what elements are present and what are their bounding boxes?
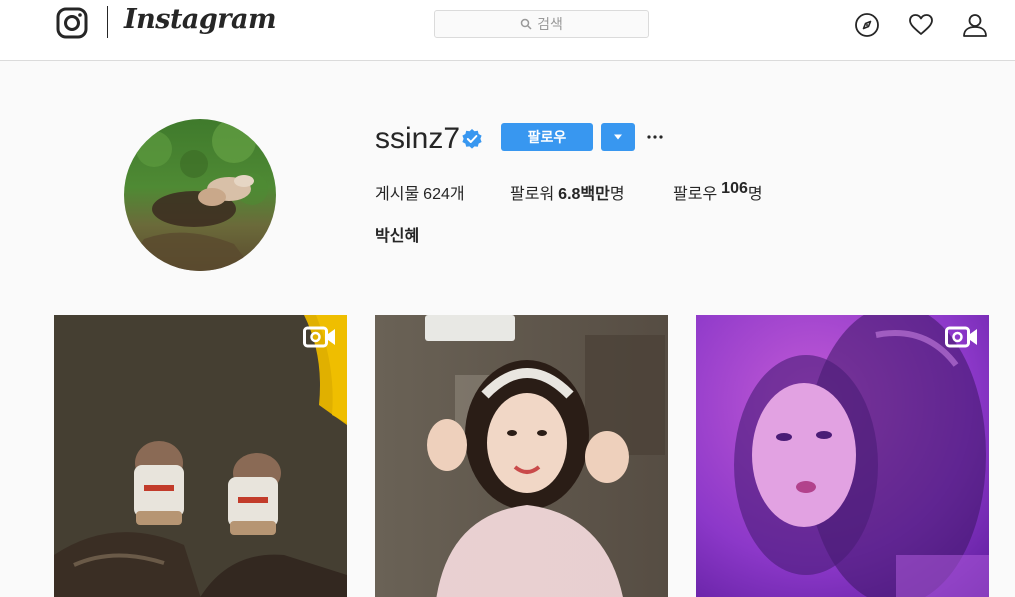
ellipsis-icon xyxy=(647,135,663,139)
search-placeholder: 검색 xyxy=(537,16,563,32)
followers-value: 6.8백만 xyxy=(558,186,610,203)
followers-suffix: 명 xyxy=(609,186,625,203)
logo-divider xyxy=(107,6,108,38)
heart-icon[interactable] xyxy=(908,12,934,38)
following-count[interactable]: 팔로우 106 명 xyxy=(673,180,763,204)
suggested-accounts-button[interactable] xyxy=(601,123,635,151)
followers-count[interactable]: 팔로워 6.8백만 명 xyxy=(510,180,625,204)
following-value: 106 xyxy=(721,180,748,197)
profile-username: ssinz7 xyxy=(375,122,461,155)
posts-count: 게시물 624개 xyxy=(375,180,465,204)
following-label: 팔로우 xyxy=(673,186,718,203)
compass-icon[interactable] xyxy=(854,12,880,38)
followers-label: 팔로워 xyxy=(510,186,555,203)
following-suffix: 명 xyxy=(747,186,763,203)
avatar-photo xyxy=(124,119,276,271)
follow-button[interactable]: 팔로우 xyxy=(501,123,593,151)
instagram-camera-icon[interactable] xyxy=(56,7,88,39)
search-icon xyxy=(520,18,532,30)
verified-badge-icon xyxy=(462,129,482,149)
profile-full-name: 박신혜 xyxy=(375,228,420,245)
post-thumbnail[interactable] xyxy=(696,315,989,597)
caret-down-icon xyxy=(614,134,622,140)
post-image xyxy=(54,315,347,597)
posts-label: 게시물 xyxy=(375,186,420,203)
post-image xyxy=(696,315,989,597)
post-thumbnail[interactable] xyxy=(375,315,668,597)
search-input[interactable]: 검색 xyxy=(434,10,649,38)
more-options-button[interactable] xyxy=(646,128,664,146)
instagram-wordmark[interactable]: Instagram xyxy=(124,4,277,35)
user-icon[interactable] xyxy=(962,12,988,38)
posts-value: 624개 xyxy=(423,186,465,203)
post-image xyxy=(375,315,668,597)
post-thumbnail[interactable] xyxy=(54,315,347,597)
video-camera-icon xyxy=(945,326,977,348)
video-camera-icon xyxy=(303,326,335,348)
profile-avatar[interactable] xyxy=(124,119,276,271)
top-navigation-bar: Instagram 검색 xyxy=(0,0,1015,61)
